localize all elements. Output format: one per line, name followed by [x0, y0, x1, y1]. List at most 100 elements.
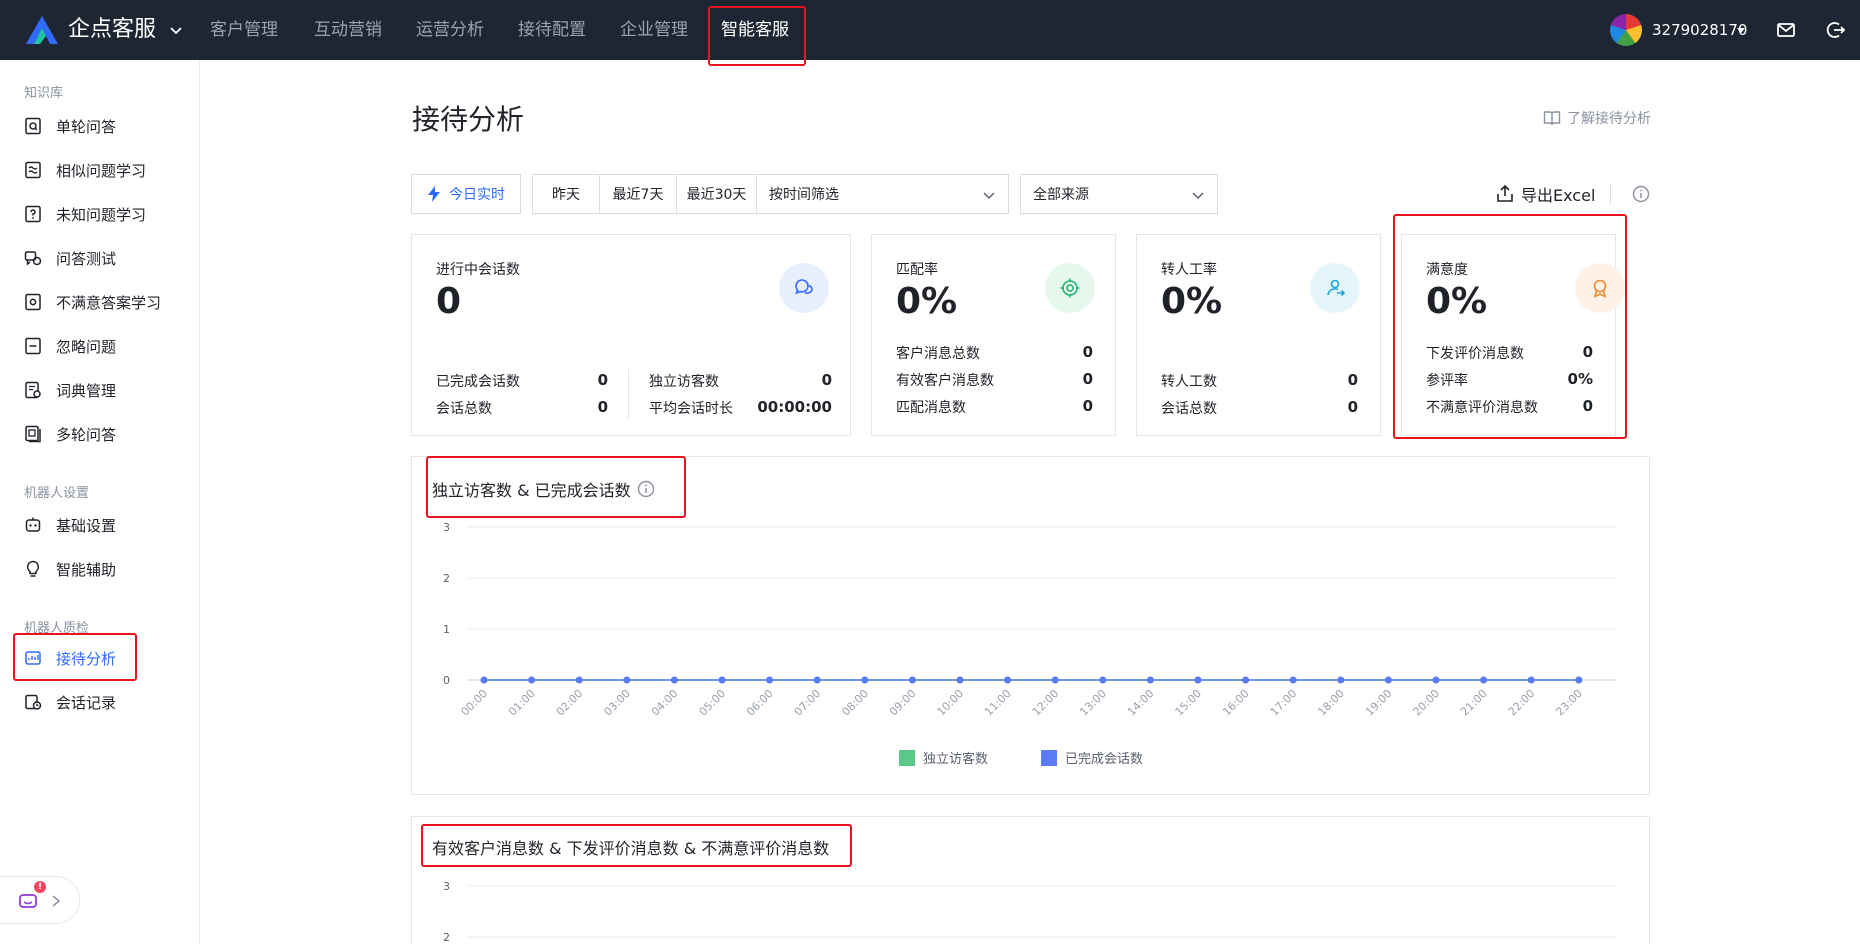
sidebar-item-ignored-question[interactable]: 忽略问题 — [24, 331, 184, 361]
range-last-7-days[interactable]: 最近7天 — [600, 175, 677, 213]
y-tick-label: 3 — [443, 880, 450, 893]
sidebar-item-reception-analysis[interactable]: 接待分析 — [24, 643, 184, 673]
learn-link-label: 了解接待分析 — [1567, 111, 1651, 127]
data-point — [766, 676, 774, 684]
row-label: 已完成会话数 — [436, 374, 520, 390]
sidebar-item-label: 单轮问答 — [56, 117, 117, 136]
info-icon[interactable] — [637, 480, 655, 498]
nav-enterprise-management[interactable]: 企业管理 — [620, 0, 688, 60]
chevron-down-icon[interactable] — [168, 22, 184, 38]
sidebar-item-similar-question[interactable]: 相似问题学习 — [24, 155, 184, 185]
sidebar-group-knowledge-base: 知识库 — [24, 86, 64, 101]
sidebar-item-unsatisfied-answer[interactable]: 不满意答案学习 — [24, 287, 184, 317]
row-label: 会话总数 — [436, 401, 492, 417]
chart-title: 有效客户消息数 & 下发评价消息数 & 不满意评价消息数 — [432, 835, 829, 859]
chart-panel-messages: 2 3 有效客户消息数 & 下发评价消息数 & 不满意评价消息数 — [411, 816, 1650, 944]
info-icon[interactable] — [1632, 185, 1650, 203]
brand-name[interactable]: 企点客服 — [68, 14, 156, 46]
legend-item-visitors[interactable]: 独立访客数 — [899, 748, 988, 767]
card-icon-wrap — [1575, 263, 1625, 313]
row-label: 有效客户消息数 — [896, 373, 994, 389]
row-label: 会话总数 — [1161, 401, 1217, 417]
doc-gear-icon — [25, 293, 41, 311]
data-point — [1099, 676, 1107, 684]
row-value: 0 — [1347, 398, 1358, 416]
card-divider — [628, 369, 629, 419]
chevron-down-icon — [1192, 192, 1204, 200]
sidebar-item-dictionary[interactable]: 词典管理 — [24, 375, 184, 405]
row-label: 不满意评价消息数 — [1426, 400, 1538, 416]
data-point — [1337, 676, 1345, 684]
caret-down-icon[interactable] — [1737, 26, 1745, 34]
brand-logo-icon[interactable] — [22, 14, 62, 46]
data-point — [1242, 676, 1250, 684]
robot-assistant-button[interactable]: ! — [0, 876, 80, 924]
sidebar-item-label: 问答测试 — [56, 249, 117, 268]
sidebar-item-label: 忽略问题 — [56, 337, 117, 356]
sidebar-item-label: 不满意答案学习 — [56, 293, 162, 312]
user-avatar[interactable] — [1610, 14, 1642, 46]
y-tick-label: 2 — [443, 931, 450, 944]
data-point — [480, 676, 488, 684]
nav-reception-config[interactable]: 接待配置 — [518, 0, 586, 60]
x-tick-label: 08:00 — [839, 687, 871, 719]
user-id[interactable]: 3279028170 — [1652, 0, 1747, 60]
sidebar-item-unknown-question[interactable]: 未知问题学习 — [24, 199, 184, 229]
time-filter-label: 按时间筛选 — [769, 187, 839, 203]
data-point — [1289, 676, 1297, 684]
top-bar: 企点客服 客户管理 互动营销 运营分析 接待配置 企业管理 智能客服 32790… — [0, 0, 1860, 60]
row-value: 0 — [1347, 371, 1358, 389]
sidebar-item-label: 接待分析 — [56, 649, 117, 668]
mail-icon[interactable] — [1776, 20, 1796, 40]
sidebar-item-basic-settings[interactable]: 基础设置 — [24, 510, 184, 540]
date-range-segment: 昨天 最近7天 最近30天 按时间筛选 — [532, 174, 1009, 214]
data-point — [1051, 676, 1059, 684]
sidebar-item-qa-test[interactable]: 问答测试 — [24, 243, 184, 273]
nav-interactive-marketing[interactable]: 互动营销 — [314, 0, 382, 60]
dictionary-icon — [25, 381, 41, 399]
sidebar-item-multi-qa[interactable]: 多轮问答 — [24, 419, 184, 449]
card-value: 0 — [436, 281, 462, 322]
card-icon-wrap — [1045, 263, 1095, 313]
chart-title-text: 有效客户消息数 & 下发评价消息数 & 不满意评价消息数 — [432, 839, 830, 858]
card-icon-wrap — [779, 263, 829, 313]
data-point — [908, 676, 916, 684]
source-select[interactable]: 全部来源 — [1020, 174, 1218, 214]
chat-test-icon — [24, 251, 42, 266]
y-tick-label: 0 — [443, 674, 450, 687]
today-realtime-button[interactable]: 今日实时 — [411, 174, 521, 214]
sidebar-item-smart-assist[interactable]: 智能辅助 — [24, 554, 184, 584]
row-value: 0 — [1082, 397, 1093, 415]
nav-customer-management[interactable]: 客户管理 — [210, 0, 278, 60]
logout-icon[interactable] — [1826, 20, 1846, 40]
legend-item-completed-sessions[interactable]: 已完成会话数 — [1041, 748, 1143, 767]
nav-operation-analysis[interactable]: 运营分析 — [416, 0, 484, 60]
export-excel-button[interactable]: 导出Excel — [1495, 182, 1595, 206]
x-tick-label: 10:00 — [935, 687, 967, 719]
nav-smart-service[interactable]: 智能客服 — [721, 0, 789, 60]
sidebar-item-label: 词典管理 — [56, 381, 117, 400]
lightning-icon — [428, 186, 440, 202]
range-last-30-days[interactable]: 最近30天 — [677, 175, 757, 213]
chart-title: 独立访客数 & 已完成会话数 — [432, 477, 655, 501]
time-filter-select[interactable]: 按时间筛选 — [757, 175, 1008, 213]
notification-badge: ! — [34, 881, 46, 893]
learn-link[interactable]: 了解接待分析 — [1543, 108, 1651, 128]
chat-bot-icon — [19, 894, 37, 908]
sidebar-item-session-record[interactable]: 会话记录 — [24, 687, 184, 717]
x-tick-label: 00:00 — [459, 687, 491, 719]
row-label: 客户消息总数 — [896, 346, 980, 362]
chart-title-text: 独立访客数 & 已完成会话数 — [432, 481, 631, 500]
stat-card-satisfaction: 满意度 0% 下发评价消息数 0 参评率 0% 不满意评价消息数 0 — [1401, 234, 1625, 436]
card-label: 匹配率 — [896, 262, 938, 278]
chat-bubbles-icon — [795, 279, 813, 295]
sidebar-group-robot-qa: 机器人质检 — [24, 621, 90, 636]
legend-swatch-green — [899, 749, 915, 766]
row-value: 0 — [1082, 370, 1093, 388]
sidebar-item-single-qa[interactable]: 单轮问答 — [24, 111, 184, 141]
y-tick-label: 3 — [443, 521, 450, 534]
data-point — [575, 676, 583, 684]
range-yesterday[interactable]: 昨天 — [533, 175, 600, 213]
y-tick-label: 2 — [443, 572, 450, 585]
row-label: 参评率 — [1426, 373, 1468, 389]
